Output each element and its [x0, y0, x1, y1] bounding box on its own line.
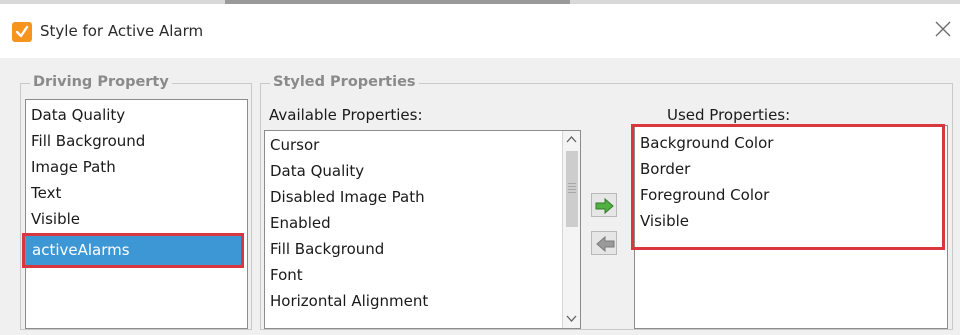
used-properties-callout-box	[631, 124, 945, 250]
used-properties-label: Used Properties:	[667, 106, 791, 124]
driving-property-item[interactable]: Data Quality	[26, 102, 247, 128]
available-property-item[interactable]: Fill Background	[265, 236, 580, 262]
available-property-item[interactable]: Disabled Image Path	[265, 184, 580, 210]
close-icon[interactable]	[932, 18, 954, 40]
scroll-down-icon[interactable]	[563, 310, 580, 327]
remove-property-button[interactable]	[591, 231, 617, 255]
available-property-item[interactable]: Data Quality	[265, 158, 580, 184]
driving-property-list[interactable]: Data Quality Fill Background Image Path Tex…	[25, 99, 248, 329]
driving-property-legend: Driving Property	[30, 74, 172, 90]
window-title: Style for Active Alarm	[40, 22, 204, 40]
available-property-item[interactable]: Horizontal Alignment	[265, 288, 580, 314]
available-property-item[interactable]: Cursor	[265, 132, 580, 158]
styled-properties-legend: Styled Properties	[270, 74, 419, 90]
available-property-item[interactable]: Font	[265, 262, 580, 288]
available-properties-label: Available Properties:	[269, 106, 423, 124]
driving-property-item[interactable]: Text	[26, 180, 247, 206]
checkmark-app-icon	[12, 22, 32, 42]
driving-property-item[interactable]: Fill Background	[26, 128, 247, 154]
driving-property-item[interactable]: Visible	[26, 206, 247, 232]
driving-property-item[interactable]: Image Path	[26, 154, 247, 180]
available-properties-list[interactable]: Cursor Data Quality Disabled Image Path Ena…	[264, 130, 581, 329]
style-dialog: Style for Active Alarm Driving Property …	[0, 0, 960, 335]
scroll-up-icon[interactable]	[563, 131, 580, 148]
available-list-scrollbar[interactable]	[562, 131, 580, 328]
scroll-thumb[interactable]	[566, 151, 578, 227]
selection-callout-box	[22, 233, 244, 268]
title-bar: Style for Active Alarm	[0, 4, 960, 58]
available-property-item[interactable]: Enabled	[265, 210, 580, 236]
add-property-button[interactable]	[591, 193, 617, 217]
